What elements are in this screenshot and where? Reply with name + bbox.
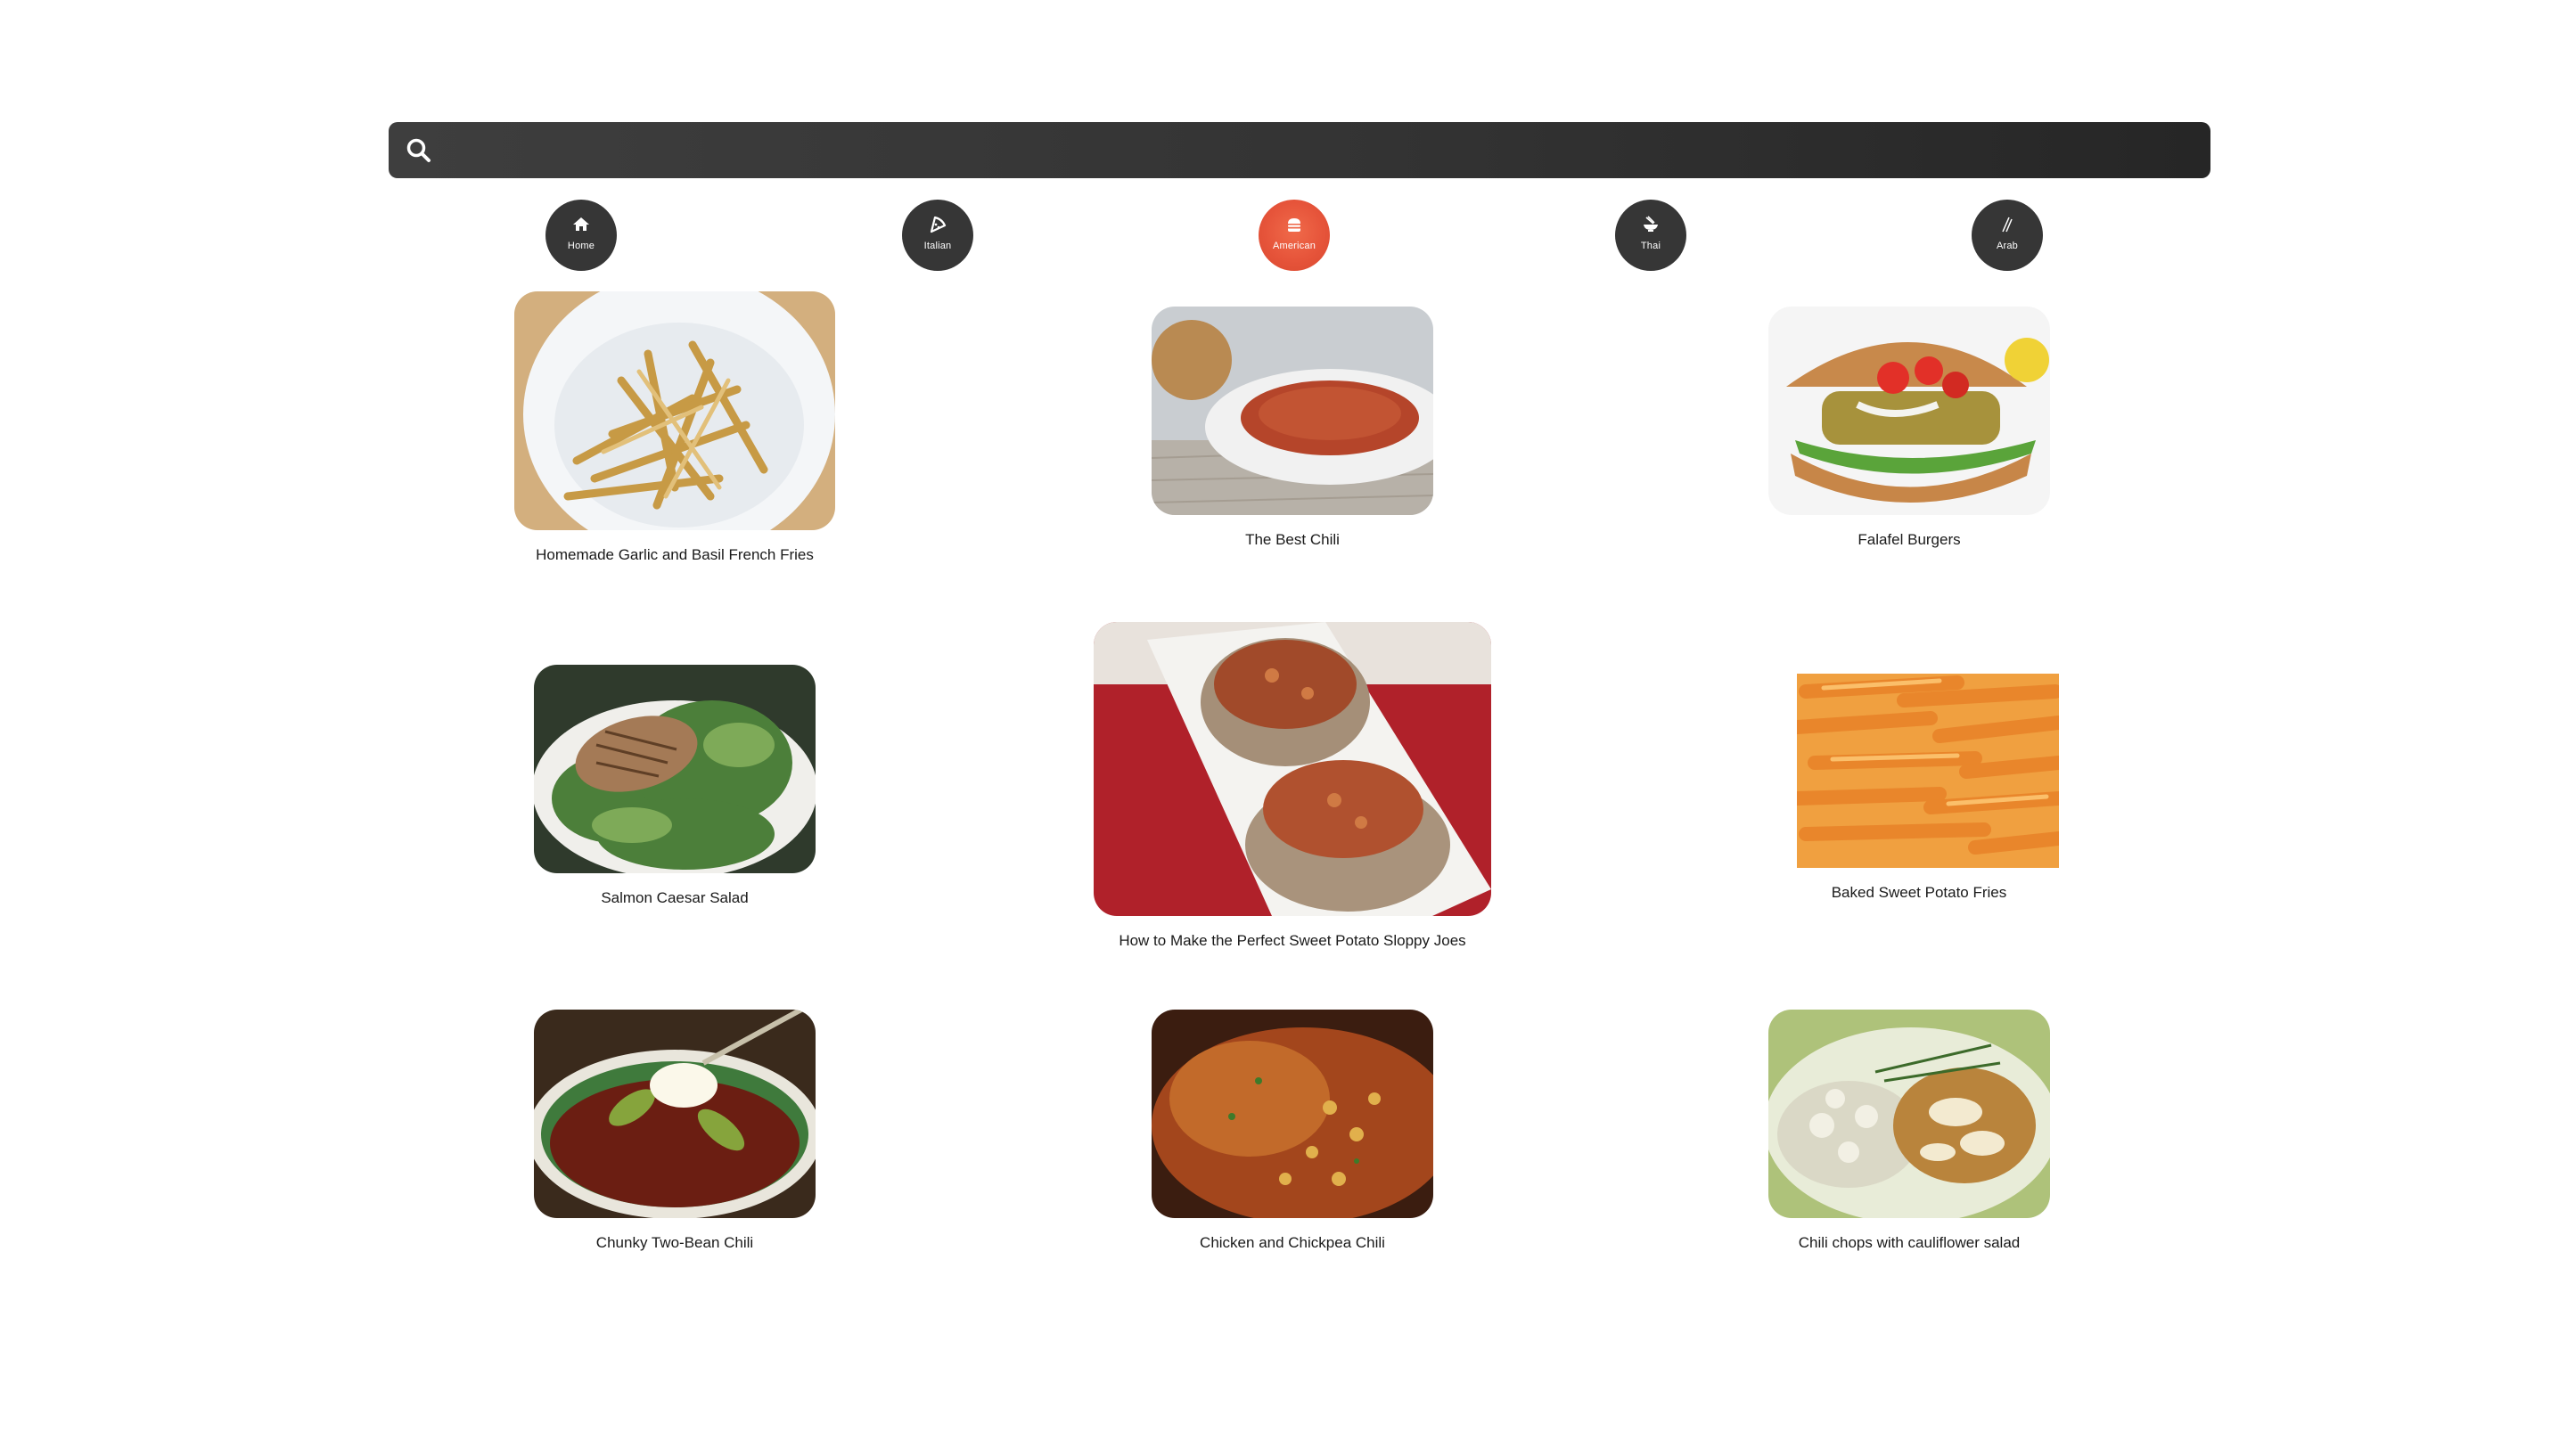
- recipe-card[interactable]: Chili chops with cauliflower salad: [1768, 1010, 2050, 1259]
- category-american[interactable]: American: [1259, 200, 1330, 271]
- recipe-card[interactable]: The Best Chili: [1152, 307, 1433, 556]
- recipe-title[interactable]: Salmon Caesar Salad: [427, 889, 923, 907]
- bowl-icon: [1640, 214, 1661, 235]
- recipe-card[interactable]: Falafel Burgers: [1768, 307, 2050, 556]
- recipe-title[interactable]: Chunky Two-Bean Chili: [427, 1234, 923, 1252]
- recipe-image-salmon-caesar-salad[interactable]: [534, 665, 816, 873]
- category-label: Arab: [1996, 241, 2019, 251]
- recipe-card[interactable]: Chunky Two-Bean Chili: [534, 1010, 816, 1259]
- skewer-icon: [1997, 214, 2018, 235]
- recipe-image-baked-sweet-potato-fries[interactable]: [1797, 674, 2059, 868]
- category-home[interactable]: Home: [545, 200, 617, 271]
- category-arab[interactable]: Arab: [1972, 200, 2043, 271]
- recipe-card[interactable]: Baked Sweet Potato Fries: [1788, 674, 2059, 914]
- burger-icon: [1284, 214, 1305, 235]
- category-label: Italian: [923, 241, 952, 251]
- recipe-card[interactable]: How to Make the Perfect Sweet Potato Slo…: [1094, 622, 1491, 961]
- recipe-image-french-fries[interactable]: [514, 291, 835, 530]
- recipe-card[interactable]: Salmon Caesar Salad: [534, 665, 816, 914]
- recipe-image-chunky-two-bean-chili[interactable]: [534, 1010, 816, 1218]
- recipe-title[interactable]: Falafel Burgers: [1661, 531, 2157, 549]
- category-thai[interactable]: Thai: [1615, 200, 1686, 271]
- recipe-card[interactable]: Chicken and Chickpea Chili: [1152, 1010, 1433, 1259]
- recipe-title[interactable]: Chicken and Chickpea Chili: [1045, 1234, 1540, 1252]
- recipe-title[interactable]: Baked Sweet Potato Fries: [1681, 884, 2157, 902]
- recipe-title[interactable]: How to Make the Perfect Sweet Potato Slo…: [987, 932, 1598, 950]
- category-label: American: [1272, 241, 1316, 251]
- search-icon[interactable]: [405, 136, 433, 165]
- search-bar[interactable]: [389, 121, 2210, 179]
- category-italian[interactable]: Italian: [902, 200, 973, 271]
- recipe-card[interactable]: Homemade Garlic and Basil French Fries: [514, 291, 835, 563]
- recipe-title[interactable]: Homemade Garlic and Basil French Fries: [407, 546, 942, 564]
- recipe-image-falafel-burgers[interactable]: [1768, 307, 2050, 515]
- recipe-title[interactable]: Chili chops with cauliflower salad: [1661, 1234, 2157, 1252]
- category-label: Thai: [1640, 241, 1661, 251]
- category-label: Home: [567, 241, 595, 251]
- pizza-icon: [927, 214, 948, 235]
- recipe-image-best-chili[interactable]: [1152, 307, 1433, 515]
- search-input[interactable]: [433, 121, 2210, 179]
- home-icon: [570, 214, 592, 235]
- recipe-image-sweet-potato-sloppy-joes[interactable]: [1094, 622, 1491, 916]
- recipe-image-chicken-chickpea-chili[interactable]: [1152, 1010, 1433, 1218]
- recipe-title[interactable]: The Best Chili: [1045, 531, 1540, 549]
- page: Home Italian American Thai Arab Homemade…: [0, 0, 2567, 1456]
- recipe-image-chili-chops-cauliflower-salad[interactable]: [1768, 1010, 2050, 1218]
